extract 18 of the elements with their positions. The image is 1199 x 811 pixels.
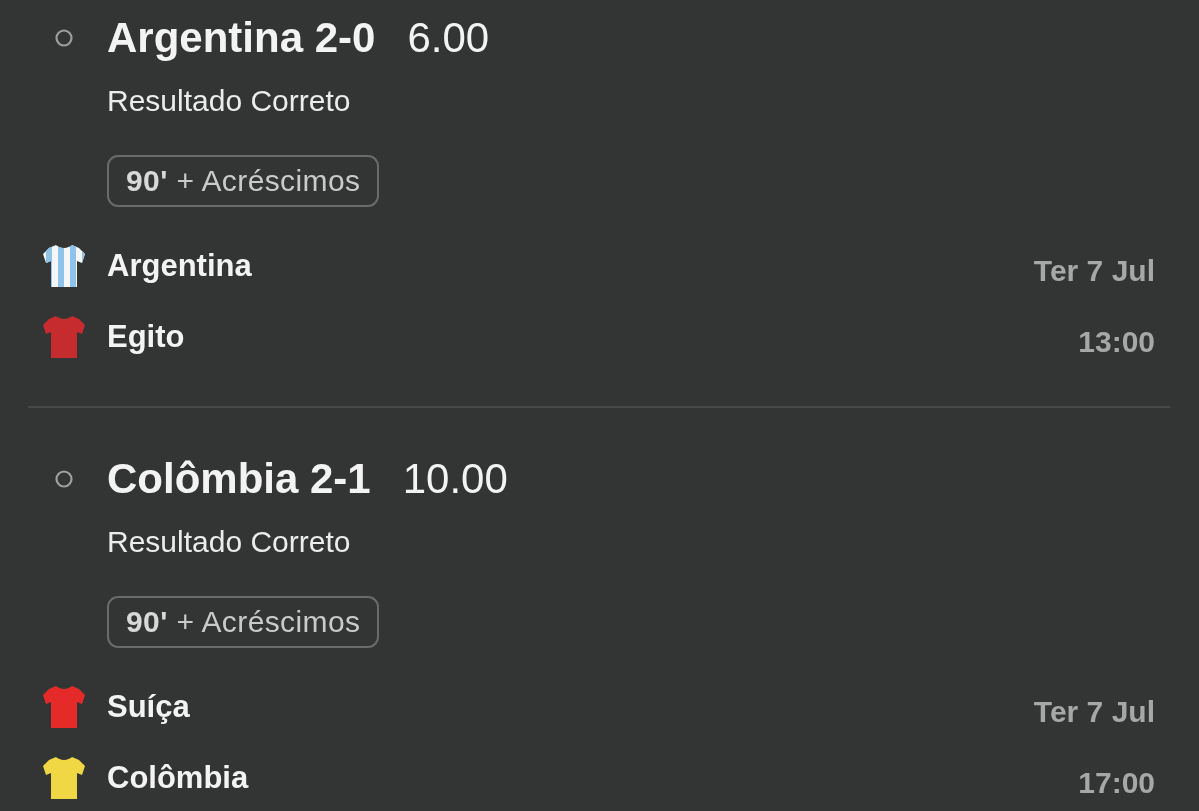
selection-title: Colômbia 2-1	[107, 457, 371, 501]
market-label: Resultado Correto	[107, 84, 351, 118]
match-time: 17:00	[1078, 766, 1155, 800]
period-tag: 90' + Acréscimos	[107, 155, 380, 207]
team-name: Argentina	[107, 247, 252, 285]
team-name: Egito	[107, 318, 185, 356]
radio-button[interactable]	[55, 470, 73, 488]
team-name: Colômbia	[107, 759, 249, 797]
odds-value: 6.00	[407, 16, 490, 60]
odds-value: 10.00	[402, 457, 508, 501]
period-tag: 90' + Acréscimos	[107, 596, 380, 648]
selection-title: Argentina 2-0	[107, 16, 376, 60]
team-name: Suíça	[107, 688, 190, 726]
market-label: Resultado Correto	[107, 525, 351, 559]
match-date: Ter 7 Jul	[1033, 695, 1155, 729]
match-date: Ter 7 Jul	[1033, 254, 1155, 288]
radio-button[interactable]	[55, 29, 73, 47]
match-time: 13:00	[1078, 325, 1155, 359]
